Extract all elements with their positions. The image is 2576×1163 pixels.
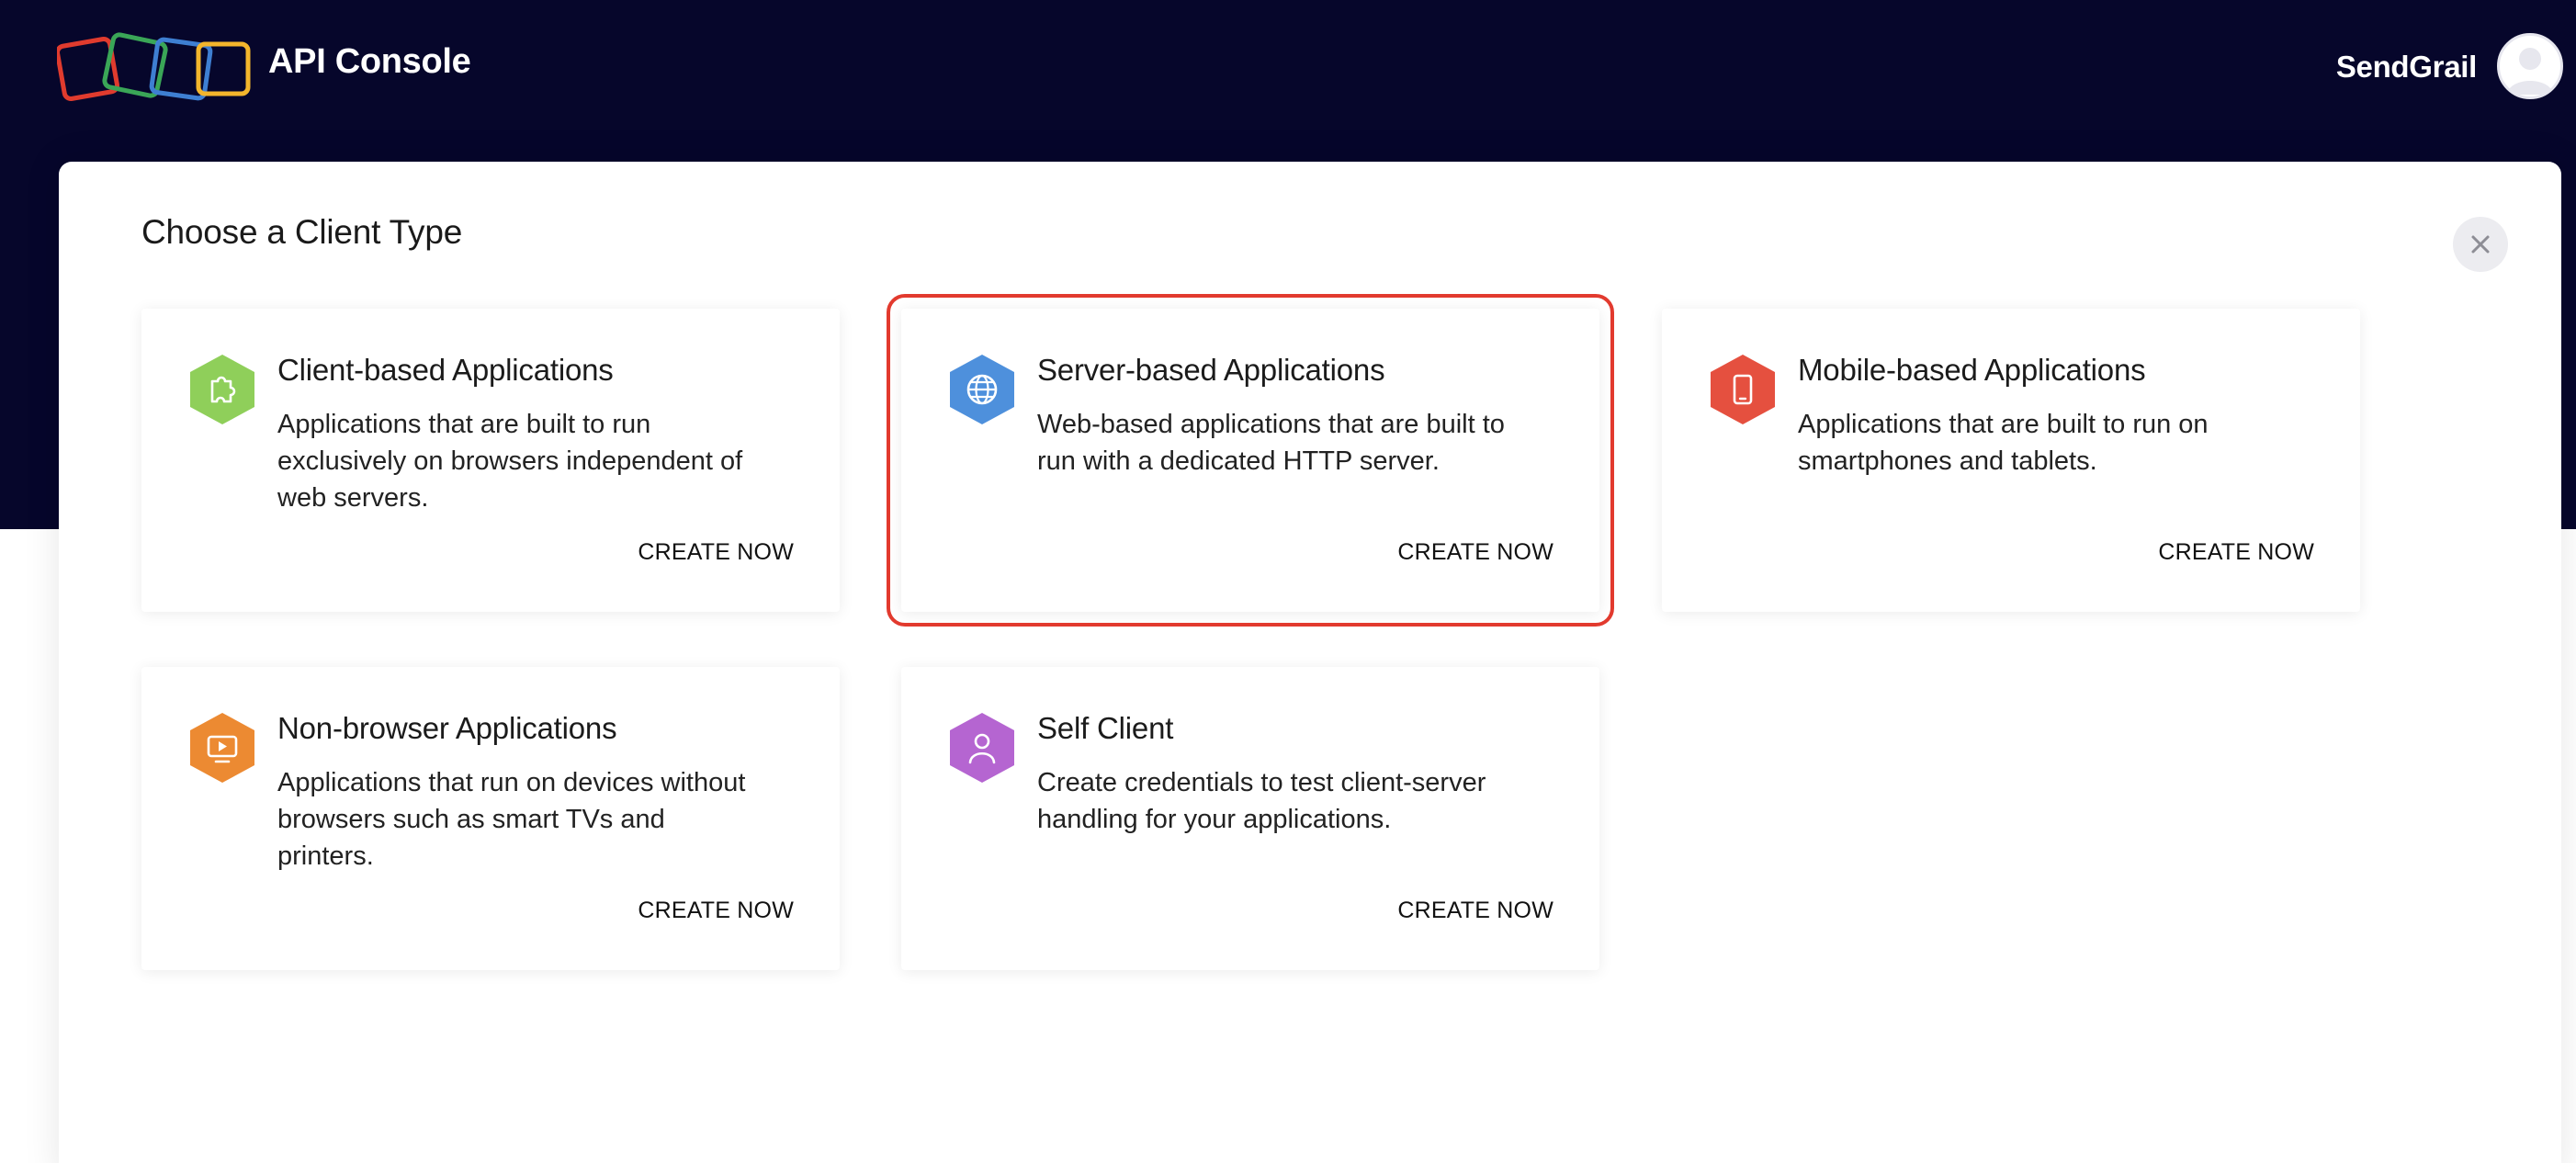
create-now-button[interactable]: CREATE NOW xyxy=(1397,898,1554,924)
card-title: Non-browser Applications xyxy=(277,711,617,745)
puzzle-icon xyxy=(190,355,254,424)
create-now-button[interactable]: CREATE NOW xyxy=(1397,539,1554,566)
card-description: Applications that run on devices without… xyxy=(277,768,746,871)
top-bar: API Console SendGrail xyxy=(0,0,2576,138)
card-description: Web-based applications that are built to… xyxy=(1037,410,1505,476)
user-avatar[interactable] xyxy=(2497,33,2563,99)
card-description: Applications that are built to run exclu… xyxy=(277,410,743,513)
client-type-card-server-based[interactable]: Server-based Applications Web-based appl… xyxy=(887,294,1614,627)
create-now-button[interactable]: CREATE NOW xyxy=(2158,539,2314,566)
close-button[interactable] xyxy=(2453,217,2508,272)
app-title: API Console xyxy=(268,42,471,81)
globe-icon xyxy=(950,355,1014,424)
card-description: Create credentials to test client-server… xyxy=(1037,768,1486,834)
card-description: Applications that are built to run on sm… xyxy=(1798,410,2209,476)
mobile-phone-icon xyxy=(1711,355,1775,424)
modal-title: Choose a Client Type xyxy=(141,213,463,251)
card-title: Mobile-based Applications xyxy=(1798,353,2146,387)
card-title: Self Client xyxy=(1037,711,1174,745)
avatar-user-icon xyxy=(2507,48,2553,95)
client-type-card-mobile-based[interactable]: Mobile-based Applications Applications t… xyxy=(1662,309,2360,612)
close-icon xyxy=(2471,235,2490,254)
card-title: Client-based Applications xyxy=(277,353,614,387)
client-type-modal: Choose a Client Type Client-based Applic… xyxy=(59,162,2561,1163)
client-type-card-client-based[interactable]: Client-based Applications Applications t… xyxy=(141,309,840,612)
client-type-card-non-browser[interactable]: Non-browser Applications Applications th… xyxy=(141,667,840,970)
create-now-button[interactable]: CREATE NOW xyxy=(638,539,794,566)
brand-logo-icon xyxy=(57,32,251,101)
client-type-card-self-client[interactable]: Self Client Create credentials to test c… xyxy=(901,667,1599,970)
card-title: Server-based Applications xyxy=(1037,353,1385,387)
account-name[interactable]: SendGrail xyxy=(2336,50,2477,85)
create-now-button[interactable]: CREATE NOW xyxy=(638,898,794,924)
user-icon xyxy=(950,713,1014,783)
tv-icon xyxy=(190,713,254,783)
